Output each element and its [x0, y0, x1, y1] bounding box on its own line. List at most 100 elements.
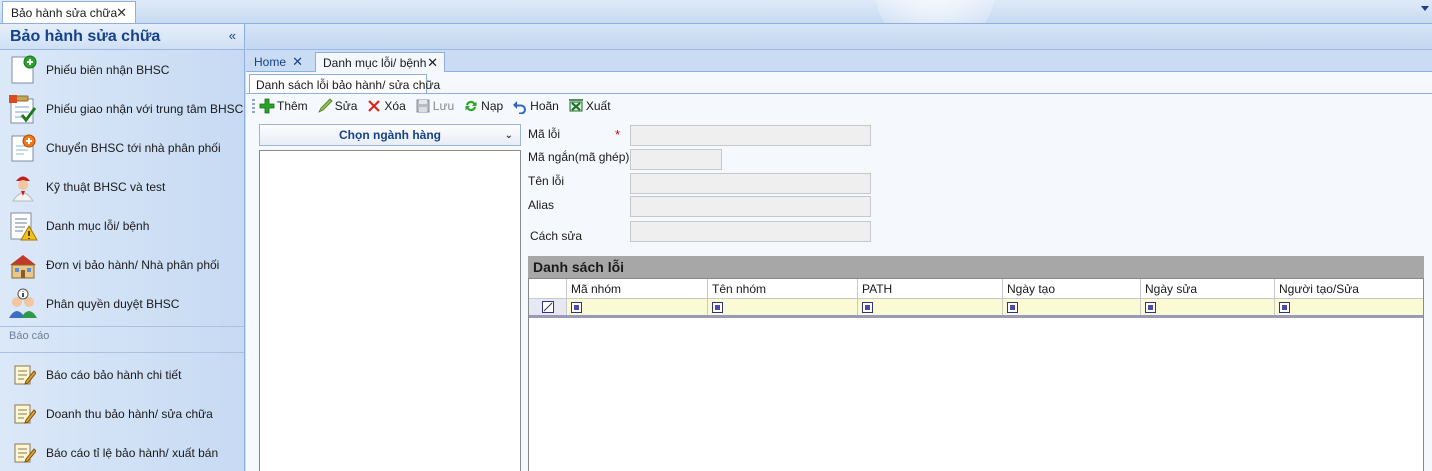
required-mark: * [615, 127, 621, 142]
users-info-icon [9, 288, 37, 318]
filter-cell[interactable] [707, 299, 857, 315]
tab-label: Home [254, 55, 287, 69]
column-header[interactable]: Ngày sửa [1140, 279, 1274, 299]
filter-edit-icon [542, 301, 554, 313]
content-panel: Danh sách lỗi bảo hành/ sửa chữa Thêm Sử… [246, 72, 1432, 471]
delete-button[interactable]: Xóa [366, 98, 406, 114]
export-button-label: Xuất [585, 99, 611, 113]
sidebar-item-label: Danh mục lỗi/ bệnh [46, 218, 150, 233]
warning-document-icon [10, 212, 38, 240]
reload-button[interactable]: Nạp [463, 98, 503, 114]
grid-title: Danh sách lỗi [528, 256, 1424, 278]
collapse-icon[interactable]: « [229, 28, 236, 43]
grid-filter-row [529, 299, 1423, 318]
sidebar-item-label: Báo cáo bảo hành chi tiết [46, 367, 182, 382]
document-tab-label: Bảo hành sửa chữa [11, 6, 118, 20]
sidebar-item-ti-le-bao-hanh[interactable]: Báo cáo tỉ lệ bảo hành/ xuất bán [0, 433, 244, 471]
sidebar-item-label: Doanh thu bảo hành/ sửa chữa [46, 406, 213, 421]
toolbar: Thêm Sửa Xóa Lưu Nạp Hoãn Xuất [249, 95, 1432, 117]
cach-sua-field[interactable] [630, 221, 871, 242]
add-button[interactable]: Thêm [259, 98, 308, 114]
sidebar-item-label: Kỹ thuật BHSC và test [46, 179, 166, 194]
filter-condition-icon[interactable] [712, 302, 723, 313]
tab-strip: Home ✕ Danh mục lỗi/ bệnh ✕ [246, 50, 1432, 73]
filter-cell[interactable] [857, 299, 1002, 315]
ma-ngan-field[interactable] [630, 149, 722, 170]
filter-condition-icon[interactable] [1007, 302, 1018, 313]
pencil-icon [317, 98, 333, 113]
decorative-glow [875, 0, 995, 23]
filter-condition-icon[interactable] [1279, 302, 1290, 313]
add-button-label: Thêm [277, 99, 308, 113]
filter-cell[interactable] [566, 299, 707, 315]
column-header[interactable]: PATH [857, 279, 1002, 299]
row-selector[interactable] [529, 299, 566, 315]
sidebar-item-phan-quyen[interactable]: Phân quyền duyệt BHSC [0, 284, 244, 323]
sidebar-item-don-vi-bao-hanh[interactable]: Đơn vị bảo hành/ Nhà phân phối [0, 245, 244, 284]
main-header-band [246, 24, 1432, 50]
ma-loi-field[interactable] [630, 125, 871, 146]
category-select[interactable]: Chọn ngành hàng ⌄ [259, 124, 521, 146]
subtab-danh-sach-loi[interactable]: Danh sách lỗi bảo hành/ sửa chữa [249, 74, 440, 94]
sidebar-item-label: Báo cáo tỉ lệ bảo hành/ xuất bán [46, 445, 219, 460]
filter-cell[interactable] [1002, 299, 1140, 315]
sidebar-header: Bảo hành sửa chữa « [0, 24, 244, 50]
delete-x-icon [368, 100, 381, 112]
subtab-divider [246, 93, 1432, 94]
sidebar-divider [0, 326, 244, 327]
edit-button-label: Sửa [334, 99, 358, 113]
tab-danh-muc-loi[interactable]: Danh mục lỗi/ bệnh ✕ [315, 52, 445, 73]
sidebar-item-ky-thuat[interactable]: Kỹ thuật BHSC và test [0, 167, 244, 206]
column-header[interactable]: Người tạo/Sửa [1274, 279, 1423, 299]
undo-button[interactable]: Hoãn [512, 98, 559, 114]
sidebar-item-bao-cao-chi-tiet[interactable]: Báo cáo bảo hành chi tiết [0, 355, 244, 394]
close-icon[interactable]: ✕ [427, 55, 438, 71]
error-list-grid[interactable]: Mã nhóm Tên nhóm PATH Ngày tạo Ngày sửa … [528, 278, 1424, 471]
document-tab[interactable]: Bảo hành sửa chữa ✕ [2, 1, 136, 23]
alias-label: Alias [528, 198, 555, 212]
toolbar-grip[interactable] [252, 99, 255, 113]
ten-loi-field[interactable] [630, 173, 871, 194]
sidebar-group-label: Báo cáo [9, 330, 50, 342]
excel-export-icon [568, 99, 583, 112]
sidebar-item-doanh-thu[interactable]: Doanh thu bảo hành/ sửa chữa [0, 394, 244, 433]
column-header[interactable]: Tên nhóm [707, 279, 857, 299]
close-icon[interactable]: ✕ [292, 54, 303, 70]
ma-ngan-label: Mã ngắn(mã ghép) [528, 150, 630, 164]
chevron-down-icon[interactable]: ⌄ [505, 130, 513, 141]
sidebar-title: Bảo hành sửa chữa [10, 27, 161, 45]
category-tree[interactable] [259, 150, 521, 471]
save-button-label: Lưu [432, 99, 455, 113]
undo-button-label: Hoãn [530, 99, 559, 113]
sidebar-divider [0, 352, 244, 353]
column-header[interactable]: Ngày tạo [1002, 279, 1140, 299]
filter-condition-icon[interactable] [1145, 302, 1156, 313]
filter-condition-icon[interactable] [862, 302, 873, 313]
building-icon [10, 254, 36, 278]
sidebar: Bảo hành sửa chữa « Phiếu biên nhận BHSC… [0, 24, 245, 471]
reload-button-label: Nạp [481, 99, 504, 113]
technician-icon [12, 176, 34, 201]
sidebar-item-label: Đơn vị bảo hành/ Nhà phân phối [46, 257, 220, 272]
document-add-icon [11, 55, 37, 83]
export-button[interactable]: Xuất [568, 98, 611, 114]
filter-cell[interactable] [1140, 299, 1274, 315]
alias-field[interactable] [630, 196, 871, 217]
column-header[interactable]: Mã nhóm [566, 279, 707, 299]
sidebar-item-chuyen-bhsc[interactable]: Chuyển BHSC tới nhà phân phối [0, 128, 244, 167]
tab-home[interactable]: Home ✕ [247, 52, 309, 72]
sidebar-item-phieu-giao-nhan[interactable]: Phiếu giao nhận với trung tâm BHSC [0, 89, 244, 128]
tab-label: Danh mục lỗi/ bệnh [323, 55, 427, 70]
sidebar-item-phieu-bien-nhan[interactable]: Phiếu biên nhận BHSC [0, 50, 244, 89]
category-select-label: Chọn ngành hàng [339, 128, 441, 142]
save-button[interactable]: Lưu [415, 98, 454, 114]
close-icon[interactable]: ✕ [116, 5, 127, 21]
sidebar-item-danh-muc-loi[interactable]: Danh mục lỗi/ bệnh [0, 206, 244, 245]
filter-cell[interactable] [1274, 299, 1423, 315]
filter-condition-icon[interactable] [571, 302, 582, 313]
floppy-disk-icon [416, 99, 430, 113]
edit-button[interactable]: Sửa [317, 98, 358, 114]
dropdown-arrow-icon[interactable] [1421, 6, 1429, 11]
report-edit-icon [14, 365, 36, 385]
main-area: Home ✕ Danh mục lỗi/ bệnh ✕ Danh sách lỗ… [246, 24, 1432, 471]
